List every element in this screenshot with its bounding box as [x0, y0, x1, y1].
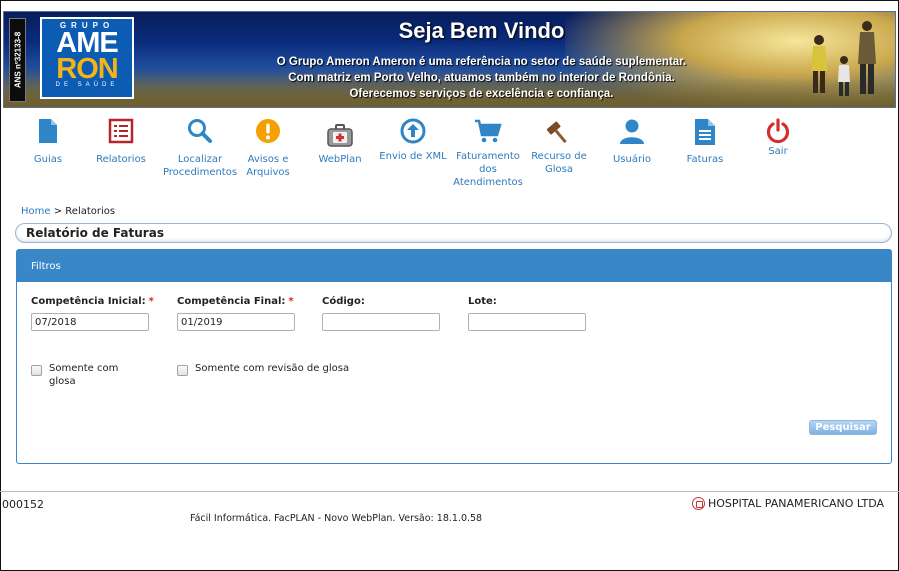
- footer-hospital: HOSPITAL PANAMERICANO LTDA: [692, 497, 884, 510]
- somente-com-glosa-checkbox[interactable]: [31, 365, 42, 376]
- power-icon: [766, 118, 790, 144]
- document-icon: [39, 119, 57, 143]
- footer-provider-code: 000152: [2, 498, 44, 511]
- banner-tagline: O Grupo Ameron Ameron é uma referência n…: [4, 54, 895, 102]
- footer-divider: [0, 491, 899, 492]
- nav-label: Faturas: [686, 154, 724, 165]
- nav-label: Relatorios: [96, 154, 146, 165]
- nav-item-webplan[interactable]: WebPlan: [298, 118, 382, 166]
- required-marker: *: [148, 296, 154, 307]
- tagline-line-3: Oferecemos serviços de excelência e conf…: [349, 88, 614, 100]
- nav-item-relatorios[interactable]: Relatorios: [79, 118, 163, 166]
- competencia-final-input[interactable]: [177, 313, 295, 331]
- nav-item-guias[interactable]: Guias: [6, 118, 90, 166]
- report-list-icon: [108, 118, 134, 144]
- nav-label: Recurso de Glosa: [531, 151, 587, 175]
- somente-com-glosa-label: Somente com glosa: [49, 363, 119, 387]
- breadcrumb-current: Relatorios: [65, 206, 116, 217]
- breadcrumb-separator: >: [53, 206, 63, 217]
- main-navigation: Guias Relatorios Localizar Procedimentos: [0, 118, 899, 198]
- invoice-icon: [695, 119, 715, 145]
- tagline-line-2: Com matriz em Porto Velho, atuamos també…: [288, 72, 675, 84]
- nav-label: Envio de XML: [379, 151, 447, 162]
- nav-label: WebPlan: [318, 154, 362, 165]
- page-title: Relatório de Faturas: [26, 226, 164, 240]
- page-title-bar: Relatório de Faturas: [15, 223, 892, 243]
- competencia-inicial-label: Competência Inicial: *: [31, 296, 154, 307]
- filters-panel: Filtros Competência Inicial:* Competênci…: [16, 249, 892, 464]
- nav-label: Guias: [33, 154, 63, 165]
- welcome-heading: Seja Bem Vindo: [398, 18, 565, 43]
- somente-com-revisao-glosa-checkbox[interactable]: [177, 365, 188, 376]
- codigo-label: Código:: [322, 296, 365, 307]
- filters-panel-header: Filtros: [17, 250, 891, 282]
- alert-icon: [256, 119, 280, 143]
- nav-item-sair[interactable]: Sair: [736, 118, 820, 158]
- header-banner: ANS nº32133-8 GRUPO AME RON DE SAÚDE Sej…: [3, 11, 896, 108]
- user-icon: [620, 119, 644, 144]
- nav-item-usuario[interactable]: Usuário: [590, 118, 674, 166]
- competencia-inicial-input[interactable]: [31, 313, 149, 331]
- nav-label: Sair: [768, 146, 788, 157]
- family-silhouette-image: [811, 21, 876, 96]
- upload-icon: [400, 118, 426, 144]
- codigo-input[interactable]: [322, 313, 440, 331]
- lote-label: Lote:: [468, 296, 497, 307]
- cart-icon: [475, 119, 502, 143]
- nav-label: Usuário: [612, 154, 651, 165]
- search-icon: [188, 119, 212, 143]
- breadcrumb-home-link[interactable]: Home: [21, 206, 51, 217]
- tagline-line-1: O Grupo Ameron Ameron é uma referência n…: [276, 56, 687, 68]
- nav-item-envio-xml[interactable]: Envio de XML: [371, 118, 455, 163]
- competencia-final-label: Competência Final: *: [177, 296, 294, 307]
- gavel-icon: [546, 121, 567, 144]
- somente-com-revisao-glosa-label: Somente com revisão de glosa: [195, 363, 350, 374]
- nav-item-recurso-glosa[interactable]: Recurso de Glosa: [517, 118, 601, 176]
- pesquisar-button[interactable]: Pesquisar: [809, 420, 877, 435]
- nav-item-faturas[interactable]: Faturas: [663, 118, 747, 166]
- footer-version: Fácil Informática. FacPLAN - Novo WebPla…: [190, 513, 483, 524]
- required-marker: *: [288, 296, 294, 307]
- hospital-icon: [692, 497, 705, 510]
- footer-hospital-name: HOSPITAL PANAMERICANO LTDA: [708, 497, 885, 510]
- lote-input[interactable]: [468, 313, 586, 331]
- breadcrumb: Home > Relatorios: [21, 206, 115, 217]
- medical-kit-icon: [327, 124, 353, 147]
